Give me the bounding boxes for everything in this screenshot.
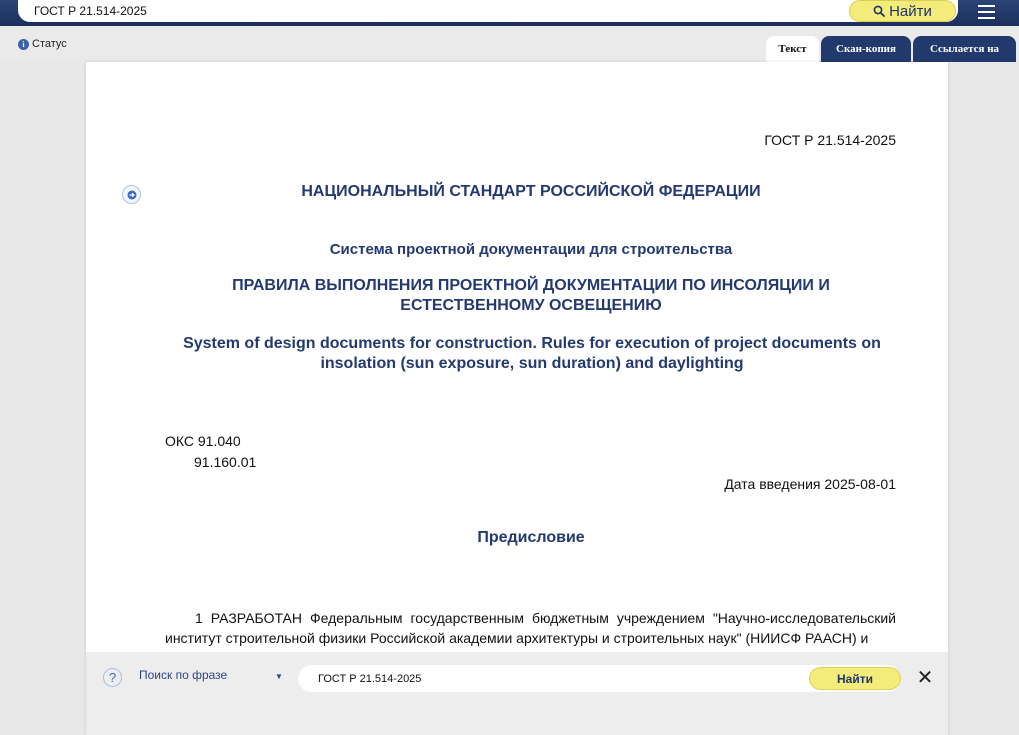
standard-title: НАЦИОНАЛЬНЫЙ СТАНДАРТ РОССИЙСКОЙ ФЕДЕРАЦ… [301, 183, 761, 200]
search-mode-select[interactable]: Поиск по фразе [139, 668, 227, 682]
find-panel: ? Поиск по фразе ▼ Найти ✕ [86, 652, 948, 735]
status-link[interactable]: i Статус [18, 38, 67, 50]
preface-title: Предисловие [477, 529, 585, 546]
introduction-date: Дата введения 2025-08-01 [724, 476, 896, 492]
find-button[interactable]: Найти [809, 667, 901, 690]
top-bar: Найти [0, 0, 1019, 26]
chevron-down-icon[interactable]: ▼ [275, 672, 283, 681]
top-find-button[interactable]: Найти [849, 0, 956, 22]
system-title: Система проектной документации для строи… [329, 241, 733, 258]
tab-references[interactable]: Ссылается на [913, 36, 1016, 62]
search-icon [873, 5, 885, 17]
tab-scan-copy[interactable]: Скан-копия [821, 36, 911, 62]
status-label: Статус [32, 38, 67, 50]
menu-icon[interactable] [974, 1, 1000, 23]
document-number: ГОСТ Р 21.514-2025 [764, 132, 896, 148]
info-icon: i [18, 38, 29, 50]
top-search-input[interactable] [34, 2, 834, 20]
status-row: i Статус Текст Скан-копия Ссылается на [0, 26, 1019, 62]
help-icon[interactable]: ? [103, 668, 122, 687]
oks-code-2: 91.160.01 [194, 454, 257, 470]
arrow-right-icon[interactable] [122, 185, 141, 204]
preface-paragraph: 1 РАЗРАБОТАН Федеральным государственным… [165, 610, 896, 646]
document-name-ru: ПРАВИЛА ВЫПОЛНЕНИЯ ПРОЕКТНОЙ ДОКУМЕНТАЦИ… [232, 277, 830, 314]
oks-code-1: ОКС 91.040 [165, 433, 241, 449]
close-icon[interactable]: ✕ [915, 666, 935, 689]
find-input[interactable] [318, 670, 798, 687]
top-search-box [18, 0, 958, 22]
tab-text[interactable]: Текст [766, 36, 819, 62]
top-find-label: Найти [889, 2, 932, 20]
document-name-en: System of design documents for construct… [183, 335, 881, 372]
document-page: ГОСТ Р 21.514-2025 НАЦИОНАЛЬНЫЙ СТАНДАРТ… [86, 62, 948, 735]
